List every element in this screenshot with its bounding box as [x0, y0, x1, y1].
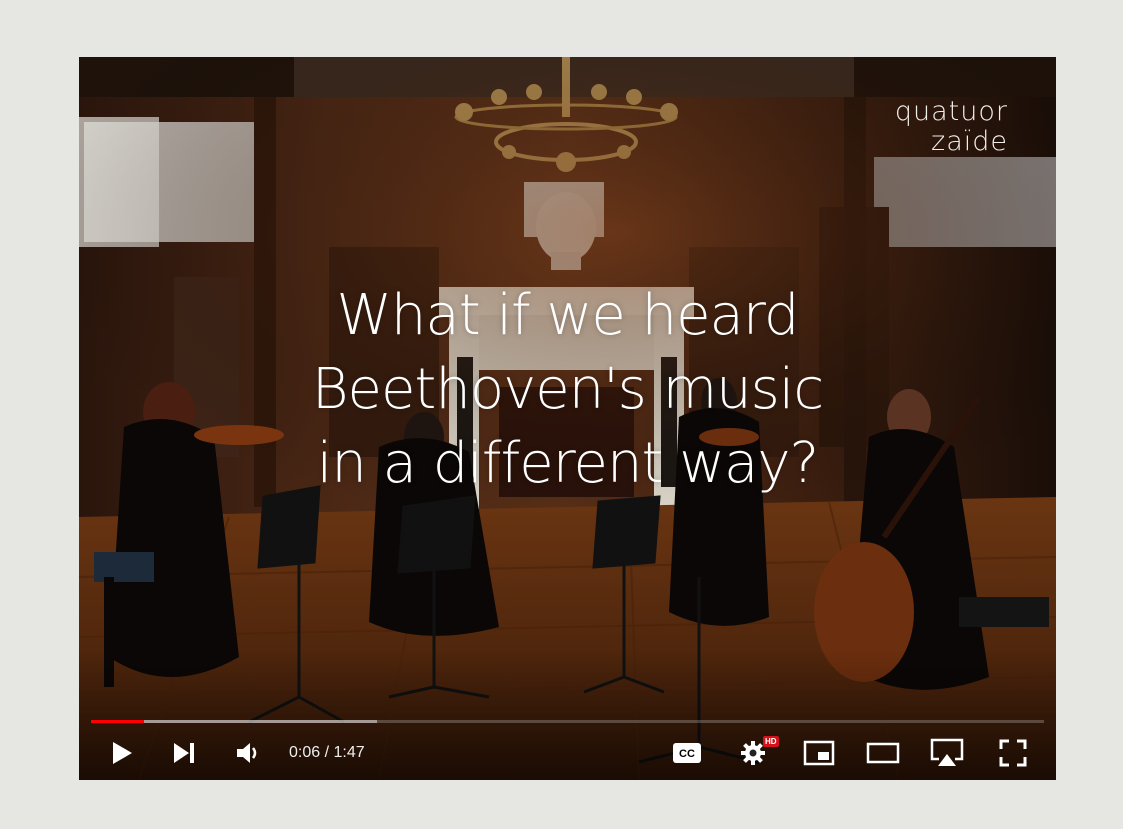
airplay-icon: [930, 738, 964, 766]
hd-badge: HD: [763, 736, 779, 747]
fullscreen-button[interactable]: [991, 729, 1035, 777]
time-display: 0:06 / 1:47: [289, 744, 365, 761]
miniplayer-button[interactable]: [797, 729, 841, 777]
fullscreen-icon: [999, 739, 1027, 767]
logo-line-2: zaïde: [931, 126, 1008, 157]
headline-line-2: Beethoven's music: [311, 357, 824, 422]
progress-played: [91, 720, 145, 723]
progress-bar[interactable]: [91, 717, 1044, 727]
duration: 1:47: [333, 744, 365, 761]
play-icon: [113, 742, 132, 764]
play-button[interactable]: [103, 729, 141, 777]
subtitles-icon: CC: [673, 743, 701, 763]
current-time: 0:06: [289, 744, 321, 761]
volume-icon: [237, 743, 257, 763]
theater-mode-button[interactable]: [861, 729, 905, 777]
headline-line-1: What if we heard: [336, 283, 800, 348]
video-headline: What if we heard Beethoven's music in a …: [79, 279, 1056, 501]
next-icon: [174, 743, 194, 763]
control-bar: 0:06 / 1:47 CC HD: [79, 729, 1056, 777]
logo-line-1: quatuor: [894, 96, 1008, 127]
subtitles-button[interactable]: CC: [667, 729, 707, 777]
channel-logo: quatuor zaïde: [895, 97, 1008, 157]
volume-button[interactable]: [229, 729, 269, 777]
theater-mode-icon: [866, 742, 900, 764]
headline-line-3: in a different way?: [316, 431, 819, 496]
miniplayer-icon: [803, 740, 835, 766]
video-player[interactable]: quatuor zaïde What if we heard Beethoven…: [79, 57, 1056, 780]
svg-text:CC: CC: [679, 748, 695, 760]
next-button[interactable]: [165, 729, 203, 777]
airplay-button[interactable]: [925, 729, 969, 777]
